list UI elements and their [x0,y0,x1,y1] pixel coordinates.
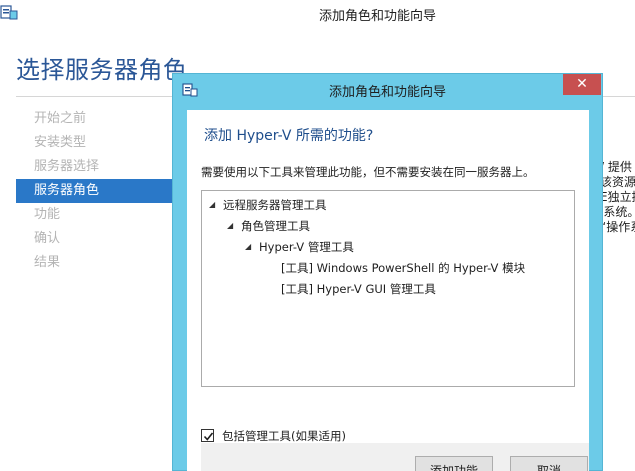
tree-item-label: Hyper-V 管理工具 [259,240,354,254]
dialog-body: 添加 Hyper-V 所需的功能? 需要使用以下工具来管理此功能，但不需要安装在… [187,110,589,471]
expand-arrow-icon[interactable]: ◢ [209,195,223,215]
background-window-title: 添加角色和功能向导 [318,9,436,24]
description-line: / 提供 [600,160,632,174]
dialog-question: 添加 Hyper-V 所需的功能? [204,128,374,144]
tree-item-label: 远程服务器管理工具 [223,198,327,212]
cancel-button[interactable]: 取消 [510,456,588,471]
tree-item-label: [工具] Hyper-V GUI 管理工具 [281,282,436,296]
add-features-dialog: 添加角色和功能向导 ✕ 添加 Hyper-V 所需的功能? 需要使用以下工具来管… [172,73,603,471]
dialog-titlebar[interactable]: 添加角色和功能向导 ✕ [173,74,602,104]
dialog-info-text: 需要使用以下工具来管理此功能，但不需要安装在同一服务器上。 [201,165,535,179]
tree-item-label: 角色管理工具 [241,219,310,233]
step-confirmation[interactable]: 确认 [16,227,186,251]
step-server-selection[interactable]: 服务器选择 [16,155,186,179]
description-line: 该资源的 [600,175,635,189]
wizard-steps-nav: 开始之前 安装类型 服务器选择 服务器角色 功能 确认 结果 [16,107,186,275]
dialog-title: 添加角色和功能向导 [328,85,446,100]
role-description-partial: / 提供 该资源的 E独立控 l系统。 “操作系 [600,160,635,235]
tree-item-label: [工具] Windows PowerShell 的 Hyper-V 模块 [281,261,526,275]
step-server-roles[interactable]: 服务器角色 [16,179,186,203]
close-icon: ✕ [576,76,588,92]
tree-item[interactable]: [工具] Windows PowerShell 的 Hyper-V 模块 [281,258,525,278]
tree-item[interactable]: ◢ Hyper-V 管理工具 [245,237,354,257]
expand-arrow-icon[interactable]: ◢ [227,216,241,236]
tree-item[interactable]: ◢ 远程服务器管理工具 [209,195,327,215]
checkmark-icon [203,432,214,441]
description-line: l系统。 [600,205,635,219]
include-tools-checkbox-row[interactable]: 包括管理工具(如果适用) [201,428,346,444]
add-features-button[interactable]: 添加功能 [415,456,493,471]
features-tree[interactable]: ◢ 远程服务器管理工具 ◢ 角色管理工具 ◢ Hyper-V 管理工具 [工具] Wi… [201,190,575,387]
include-tools-label: 包括管理工具(如果适用) [222,429,346,443]
description-line: “操作系 [600,220,635,234]
step-features[interactable]: 功能 [16,203,186,227]
step-installation-type[interactable]: 安装类型 [16,131,186,155]
tree-item[interactable]: [工具] Hyper-V GUI 管理工具 [281,279,436,299]
close-button[interactable]: ✕ [563,74,601,95]
expand-arrow-icon[interactable]: ◢ [245,237,259,257]
include-tools-checkbox[interactable] [201,429,214,442]
background-window-titlebar: 添加角色和功能向导 [0,0,635,28]
description-line: E独立控 [600,190,635,204]
page-title: 选择服务器角色 [16,56,188,84]
step-results[interactable]: 结果 [16,251,186,275]
step-before-you-begin[interactable]: 开始之前 [16,107,186,131]
tree-item[interactable]: ◢ 角色管理工具 [227,216,310,236]
